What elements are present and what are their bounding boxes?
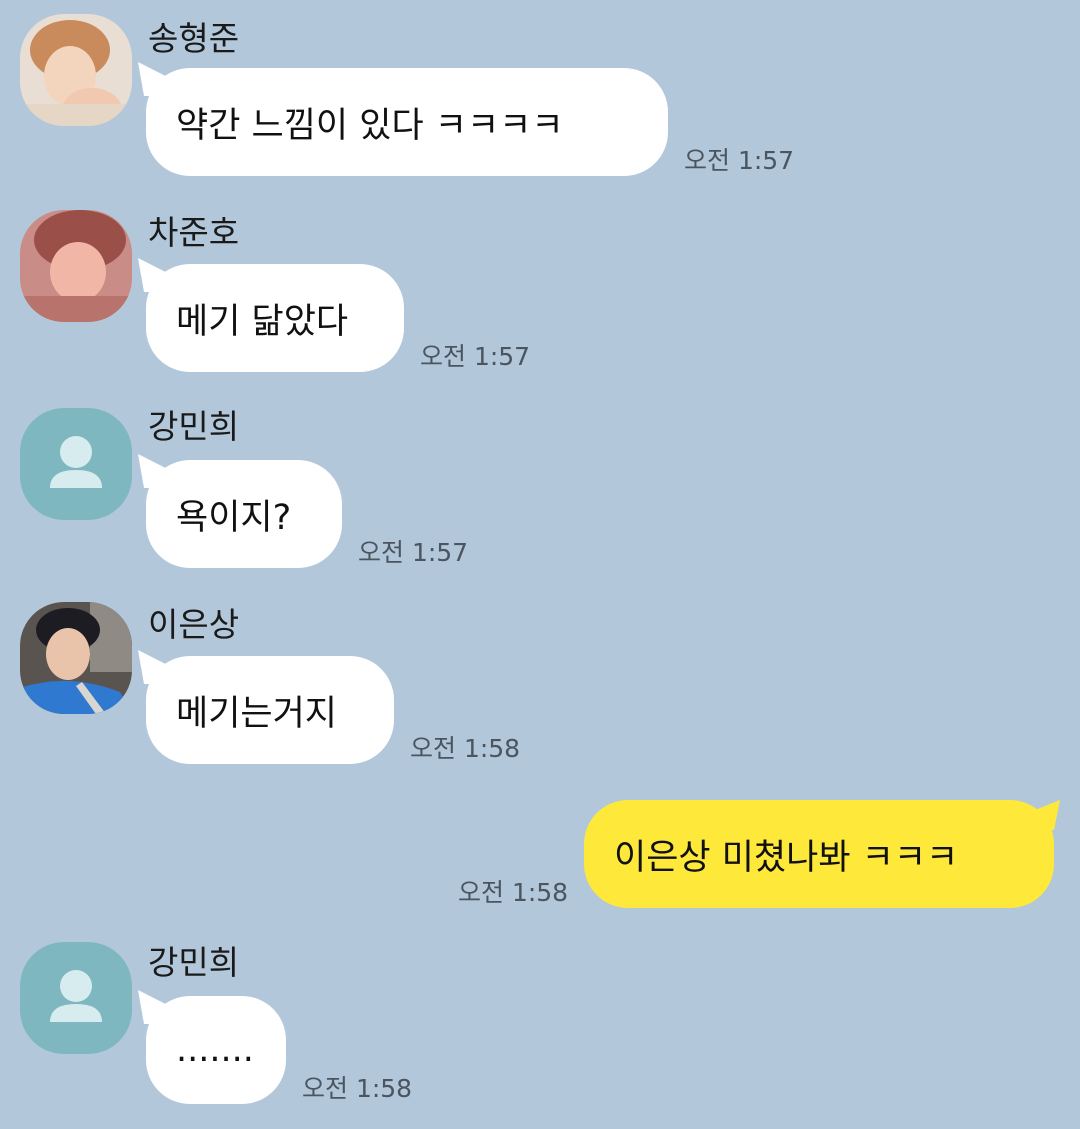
message-time: 오전 1:57 [358,538,469,567]
message-time: 오전 1:57 [420,342,531,371]
message-text: 메기는거지 [176,693,338,734]
sender-name: 이은상 [148,605,240,644]
person-icon [50,436,102,488]
message-time: 오전 1:57 [684,146,795,175]
message-text: 욕이지? [176,497,292,538]
person-icon [50,970,102,1022]
message-text: ....... [176,1030,254,1070]
message-bubble[interactable]: 약간 느낌이 있다 ㅋㅋㅋㅋ [146,68,668,176]
sender-name: 강민희 [148,407,240,446]
profile-photo-avatar[interactable] [20,210,132,322]
message-time: 오전 1:58 [302,1074,413,1103]
outgoing-message-bubble[interactable]: 이은상 미쳤나봐 ㅋㅋㅋ [584,800,1054,908]
message-bubble[interactable]: 욕이지? [146,460,342,568]
message-text: 약간 느낌이 있다 ㅋㅋㅋㅋ [176,105,564,146]
message-bubble[interactable]: 메기 닮았다 [146,264,404,372]
sender-name: 차준호 [148,213,240,252]
profile-photo-avatar[interactable] [20,14,132,126]
sender-name: 송형준 [148,19,240,58]
sender-name: 강민희 [148,943,240,982]
profile-photo-avatar[interactable] [20,602,132,714]
default-profile-avatar[interactable] [20,942,132,1054]
message-text: 이은상 미쳤나봐 ㅋㅋㅋ [614,837,959,878]
default-profile-avatar[interactable] [20,408,132,520]
message-time: 오전 1:58 [410,734,521,763]
message-bubble[interactable]: ....... [146,996,286,1104]
message-text: 메기 닮았다 [176,301,349,342]
message-time: 오전 1:58 [458,878,569,907]
message-bubble[interactable]: 메기는거지 [146,656,394,764]
